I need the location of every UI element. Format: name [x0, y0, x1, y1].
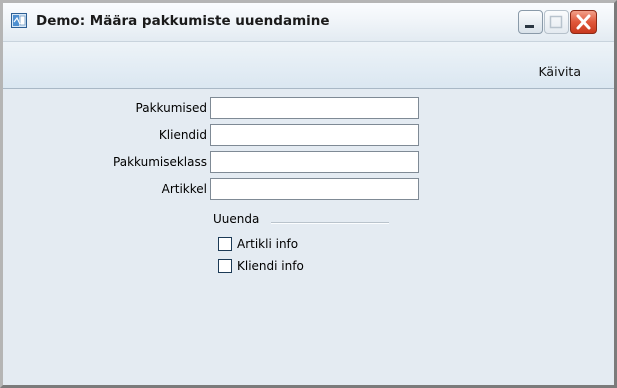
menu-bar: Käivita	[3, 42, 614, 89]
field-row-artikkel: Artikkel	[3, 178, 207, 200]
artikli-info-checkbox[interactable]	[218, 237, 232, 251]
field-row-pakkumiseklass: Pakkumiseklass	[3, 151, 207, 173]
kliendi-info-label: Kliendi info	[237, 259, 304, 273]
title-bar[interactable]: Demo: Määra pakkumiste uuendamine	[3, 3, 614, 42]
artikli-info-label: Artikli info	[237, 237, 299, 251]
menu-item-kaivita[interactable]: Käivita	[538, 64, 581, 79]
pakkumiseklass-input[interactable]	[210, 151, 419, 173]
maximize-icon	[549, 15, 563, 29]
kliendid-input[interactable]	[210, 124, 419, 146]
form-area: Pakkumised Kliendid Pakkumiseklass Artik…	[3, 89, 614, 385]
group-divider	[271, 222, 389, 224]
field-label-pakkumiseklass: Pakkumiseklass	[113, 155, 207, 169]
uuenda-group-title: Uuenda	[213, 212, 260, 226]
minimize-button[interactable]	[518, 10, 543, 34]
minimize-icon	[525, 25, 534, 28]
close-button[interactable]	[570, 10, 597, 34]
pakkumised-input[interactable]	[210, 97, 419, 119]
maximize-button[interactable]	[544, 10, 569, 34]
field-row-kliendid: Kliendid	[3, 124, 207, 146]
field-label-artikkel: Artikkel	[161, 182, 207, 196]
window-app-icon	[11, 13, 27, 28]
window-title: Demo: Määra pakkumiste uuendamine	[36, 13, 330, 29]
artikkel-input[interactable]	[210, 178, 419, 200]
field-row-pakkumised: Pakkumised	[3, 97, 207, 119]
field-label-kliendid: Kliendid	[158, 128, 207, 142]
field-label-pakkumised: Pakkumised	[135, 101, 207, 115]
application-window: Demo: Määra pakkumiste uuendamine Käivit…	[0, 0, 617, 388]
close-icon	[576, 14, 591, 30]
kliendi-info-checkbox[interactable]	[218, 259, 232, 273]
